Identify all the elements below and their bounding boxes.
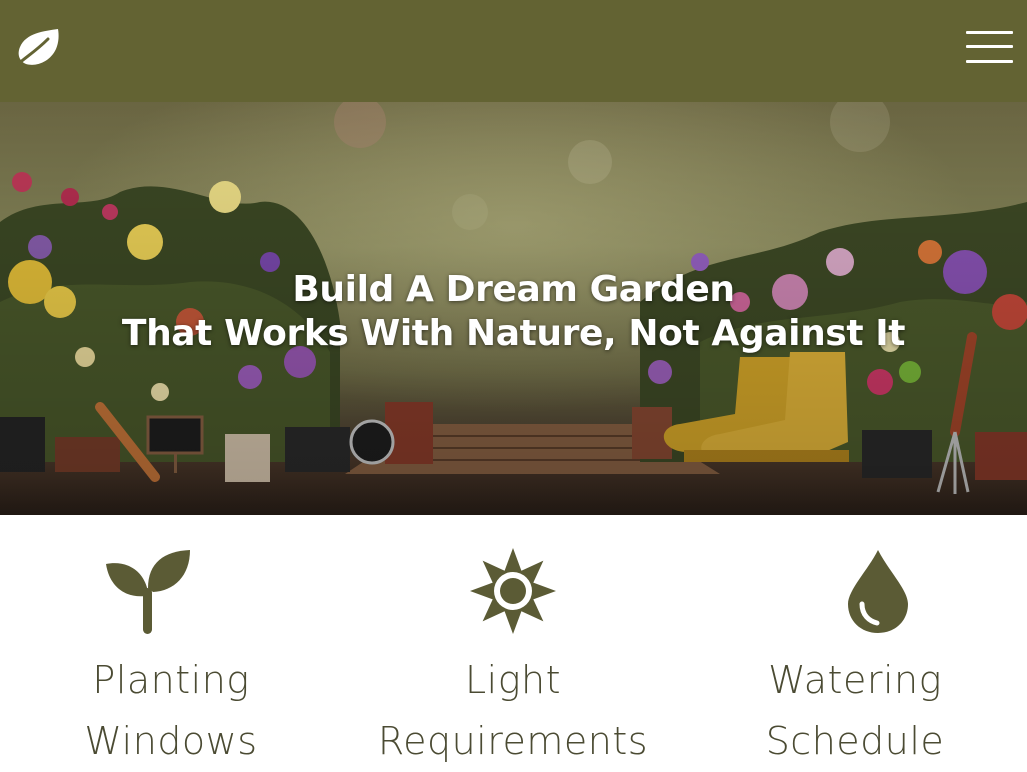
features-section: Planting Windows Light Requirements Wate… [0,515,1027,763]
water-drop-icon [848,550,908,633]
feature-planting-windows[interactable]: Planting Windows [0,515,342,763]
leaf-icon[interactable] [14,27,62,67]
feature-watering-schedule[interactable]: Watering Schedule [684,515,1026,763]
feature-light-requirements[interactable]: Light Requirements [342,515,684,763]
site-header [0,0,1027,102]
hamburger-menu-icon[interactable] [966,28,1016,66]
hero-title-line2: That Works With Nature, Not Against It [121,313,906,354]
hero-title-line1: Build A Dream Garden [292,269,735,310]
sprout-icon [106,550,190,634]
hero-banner: Build A Dream Garden That Works With Nat… [0,102,1027,515]
sun-icon [470,548,556,634]
hero-title: Build A Dream Garden That Works With Nat… [0,268,1027,356]
